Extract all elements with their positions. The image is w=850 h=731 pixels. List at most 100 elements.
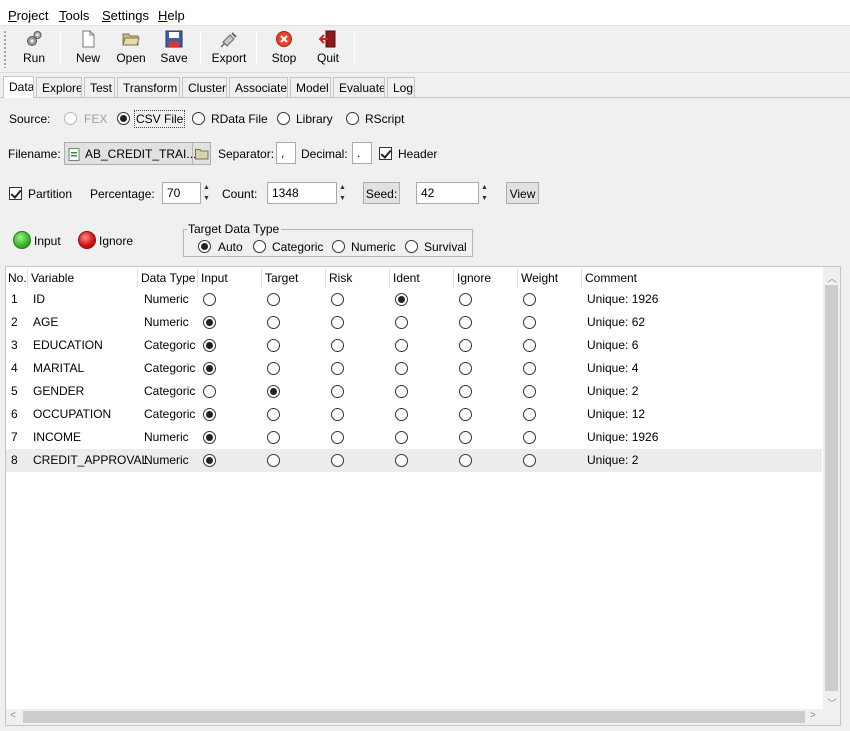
- filename-chooser-button[interactable]: AB_CREDIT_TRAI...: [64, 142, 211, 165]
- source-csv-label[interactable]: CSV File: [134, 110, 186, 128]
- role-target-radio[interactable]: [267, 408, 280, 421]
- seed-button[interactable]: Seed:: [363, 182, 400, 204]
- vertical-scroll-thumb[interactable]: [825, 285, 838, 691]
- role-ident-radio[interactable]: [395, 385, 408, 398]
- role-input-radio[interactable]: [203, 362, 216, 375]
- role-weight-radio[interactable]: [523, 408, 536, 421]
- role-risk-radio[interactable]: [331, 385, 344, 398]
- column-header-weight[interactable]: Weight: [521, 271, 558, 285]
- header-label[interactable]: Header: [398, 147, 437, 161]
- role-ignore-radio[interactable]: [459, 431, 472, 444]
- column-header-ignore[interactable]: Ignore: [457, 271, 491, 285]
- table-row[interactable]: 5 GENDER Categoric Unique: 2: [6, 380, 822, 403]
- role-weight-radio[interactable]: [523, 385, 536, 398]
- role-ident-radio[interactable]: [395, 362, 408, 375]
- role-input-radio[interactable]: [203, 316, 216, 329]
- source-rscript-label[interactable]: RScript: [365, 112, 404, 126]
- source-csv-radio[interactable]: [117, 112, 130, 125]
- spin-down-icon[interactable]: ▼: [337, 193, 348, 204]
- column-separator[interactable]: [453, 268, 454, 288]
- role-risk-radio[interactable]: [331, 431, 344, 444]
- column-separator[interactable]: [27, 268, 28, 288]
- horizontal-scroll-thumb[interactable]: [23, 711, 805, 723]
- separator-input[interactable]: ,: [276, 142, 296, 164]
- column-separator[interactable]: [137, 268, 138, 288]
- target-auto-label[interactable]: Auto: [218, 240, 243, 254]
- role-target-radio[interactable]: [267, 293, 280, 306]
- tab-associate[interactable]: Associate: [229, 77, 288, 98]
- role-ident-radio[interactable]: [395, 339, 408, 352]
- save-button[interactable]: Save: [158, 30, 190, 70]
- role-input-radio[interactable]: [203, 454, 216, 467]
- role-ignore-radio[interactable]: [459, 362, 472, 375]
- column-header-ident[interactable]: Ident: [393, 271, 420, 285]
- role-target-radio[interactable]: [267, 316, 280, 329]
- role-ignore-radio[interactable]: [459, 339, 472, 352]
- scroll-down-icon[interactable]: ﹀: [827, 695, 837, 710]
- spin-down-icon[interactable]: ▼: [479, 193, 490, 204]
- role-target-radio[interactable]: [267, 339, 280, 352]
- target-survival-radio[interactable]: [405, 240, 418, 253]
- menu-tools[interactable]: Tools: [59, 8, 89, 23]
- open-button[interactable]: Open: [114, 30, 148, 70]
- tab-cluster[interactable]: Cluster: [182, 77, 227, 98]
- table-row[interactable]: 6 OCCUPATION Categoric Unique: 12: [6, 403, 822, 426]
- role-ignore-radio[interactable]: [459, 316, 472, 329]
- vertical-scrollbar[interactable]: ︿ ﹀: [823, 267, 840, 711]
- column-separator[interactable]: [581, 268, 582, 288]
- toolbar-grip[interactable]: [3, 30, 7, 68]
- tab-test[interactable]: Test: [84, 77, 115, 98]
- role-risk-radio[interactable]: [331, 293, 344, 306]
- column-header-data-type[interactable]: Data Type: [141, 271, 195, 285]
- scroll-right-icon[interactable]: >: [810, 710, 816, 721]
- source-rdata-radio[interactable]: [192, 112, 205, 125]
- role-ignore-radio[interactable]: [459, 385, 472, 398]
- target-survival-label[interactable]: Survival: [424, 240, 467, 254]
- column-header-no[interactable]: No.: [8, 271, 27, 285]
- column-header-target[interactable]: Target: [265, 271, 298, 285]
- role-target-radio[interactable]: [267, 454, 280, 467]
- table-row[interactable]: 3 EDUCATION Categoric Unique: 6: [6, 334, 822, 357]
- spin-down-icon[interactable]: ▼: [201, 193, 212, 204]
- column-separator[interactable]: [325, 268, 326, 288]
- view-button[interactable]: View: [506, 182, 539, 204]
- tab-model[interactable]: Model: [290, 77, 331, 98]
- role-risk-radio[interactable]: [331, 316, 344, 329]
- role-ident-radio[interactable]: [395, 431, 408, 444]
- role-target-radio[interactable]: [267, 385, 280, 398]
- scroll-left-icon[interactable]: <: [10, 710, 16, 721]
- role-ignore-radio[interactable]: [459, 293, 472, 306]
- menu-settings[interactable]: Settings: [102, 8, 149, 23]
- target-auto-radio[interactable]: [198, 240, 211, 253]
- percentage-spinner[interactable]: ▲ ▼: [201, 182, 212, 204]
- horizontal-scrollbar[interactable]: < >: [6, 709, 840, 725]
- target-categoric-radio[interactable]: [253, 240, 266, 253]
- source-library-radio[interactable]: [277, 112, 290, 125]
- column-separator[interactable]: [197, 268, 198, 288]
- menu-project[interactable]: Project: [8, 8, 48, 23]
- role-input-radio[interactable]: [203, 339, 216, 352]
- column-separator[interactable]: [517, 268, 518, 288]
- role-ident-radio[interactable]: [395, 408, 408, 421]
- header-checkbox[interactable]: [379, 147, 392, 160]
- run-button[interactable]: Run: [18, 30, 50, 70]
- export-button[interactable]: Export: [210, 30, 248, 70]
- tab-data[interactable]: Data: [3, 76, 34, 98]
- target-categoric-label[interactable]: Categoric: [272, 240, 323, 254]
- spin-up-icon[interactable]: ▲: [201, 182, 212, 193]
- role-ignore-radio[interactable]: [459, 408, 472, 421]
- spin-up-icon[interactable]: ▲: [337, 182, 348, 193]
- role-weight-radio[interactable]: [523, 316, 536, 329]
- role-weight-radio[interactable]: [523, 293, 536, 306]
- source-rscript-radio[interactable]: [346, 112, 359, 125]
- partition-label[interactable]: Partition: [28, 187, 72, 201]
- role-target-radio[interactable]: [267, 362, 280, 375]
- table-row[interactable]: 7 INCOME Numeric Unique: 1926: [6, 426, 822, 449]
- menu-help[interactable]: Help: [158, 8, 185, 23]
- decimal-input[interactable]: .: [352, 142, 372, 164]
- column-separator[interactable]: [261, 268, 262, 288]
- table-row[interactable]: 1 ID Numeric Unique: 1926: [6, 288, 822, 311]
- tab-log[interactable]: Log: [387, 77, 415, 98]
- role-risk-radio[interactable]: [331, 408, 344, 421]
- target-numeric-label[interactable]: Numeric: [351, 240, 396, 254]
